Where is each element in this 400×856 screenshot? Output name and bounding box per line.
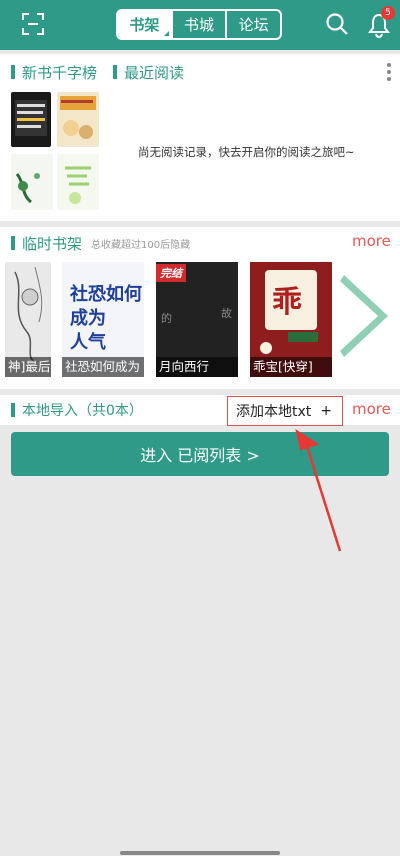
tab-bookstore[interactable]: 书城 <box>173 11 228 38</box>
plus-icon: + <box>320 403 332 419</box>
ranking-recent-card: 新书千字榜 最近阅读 尚无阅读记录，快去开启你的阅读之旅吧~ <box>0 54 400 221</box>
tab-forum[interactable]: 论坛 <box>227 11 280 38</box>
chevron-right-icon[interactable] <box>340 275 388 357</box>
shelf-book[interactable]: 乖 乖宝[快穿] <box>250 262 332 377</box>
svg-text:社恐如何: 社恐如何 <box>70 283 142 305</box>
add-local-txt-label: 添加本地txt <box>236 404 312 420</box>
shelf-book-title: 月向西行 <box>156 357 238 377</box>
recent-reading-title[interactable]: 最近阅读 <box>124 62 184 83</box>
tab-bookshelf[interactable]: 书架 <box>118 11 173 38</box>
local-import-title: 本地导入（共0本） <box>22 403 143 419</box>
section-marker <box>11 65 15 79</box>
section-marker <box>11 236 15 250</box>
annotation-arrow-icon <box>295 429 342 552</box>
shelf-book-title: 社恐如何成为 <box>62 357 144 377</box>
shelf-book[interactable]: 社恐如何 成为 人气 社恐如何成为 <box>62 262 144 377</box>
svg-text:故: 故 <box>221 306 232 320</box>
empty-reading-hint: 尚无阅读记录，快去开启你的阅读之旅吧~ <box>138 145 355 159</box>
temp-shelf-note: 总收藏超过100后隐藏 <box>91 240 191 251</box>
svg-text:人气: 人气 <box>70 331 106 353</box>
svg-text:的: 的 <box>161 311 172 325</box>
temp-shelf-more-link[interactable]: more <box>352 232 391 250</box>
more-options-icon[interactable] <box>387 63 391 81</box>
ranking-book-cover[interactable] <box>11 92 51 147</box>
ranking-book-cover[interactable] <box>57 92 99 147</box>
section-marker <box>113 65 117 79</box>
temp-shelf-title: 临时书架 <box>22 235 83 253</box>
local-import-more-link[interactable]: more <box>352 400 391 418</box>
svg-text:成为: 成为 <box>70 307 106 329</box>
section-marker <box>11 403 15 417</box>
shelf-book[interactable]: 神]最后 <box>5 262 51 377</box>
ranking-title[interactable]: 新书千字榜 <box>22 62 97 83</box>
notification-badge: 5 <box>381 6 395 20</box>
app-header: 书架 书城 论坛 5 <box>0 0 400 50</box>
search-icon[interactable] <box>325 12 349 36</box>
shelf-book[interactable]: 的 故 完结 月向西行 <box>156 262 238 377</box>
svg-text:乖: 乖 <box>272 285 302 320</box>
finished-tag: 完结 <box>156 264 186 282</box>
home-indicator <box>120 851 280 855</box>
add-local-txt-button[interactable]: 添加本地txt + <box>227 396 343 426</box>
shelf-book-title: 乖宝[快穿] <box>250 357 332 377</box>
top-tabs: 书架 书城 论坛 <box>116 9 282 40</box>
scan-icon[interactable] <box>22 13 44 35</box>
shelf-book-title: 神]最后 <box>5 357 51 377</box>
ranking-book-cover[interactable] <box>11 154 53 210</box>
ranking-book-cover[interactable] <box>57 154 99 210</box>
